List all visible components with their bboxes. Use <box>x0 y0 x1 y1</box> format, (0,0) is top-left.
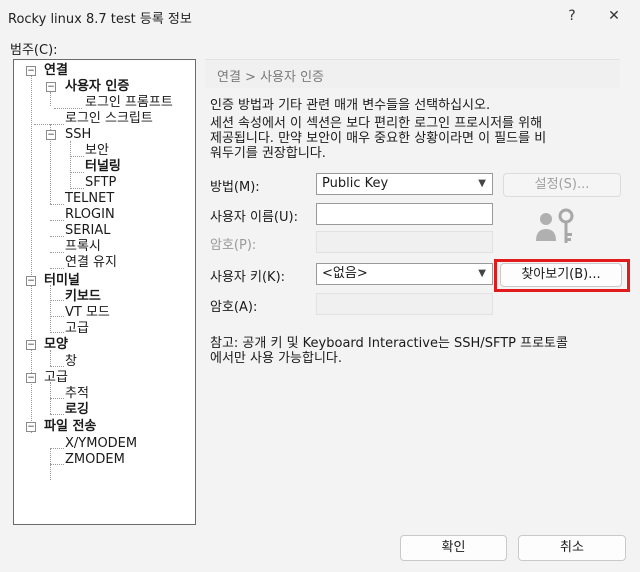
tree-item-ssh[interactable]: SSH <box>65 127 91 143</box>
tree-item-login-script[interactable]: 로그인 스크립트 <box>65 111 153 127</box>
collapse-icon[interactable]: − <box>26 276 36 286</box>
method-select[interactable]: Public Key ▼ <box>316 173 493 195</box>
username-input[interactable] <box>316 203 493 225</box>
tree-item-keepalive[interactable]: 연결 유지 <box>65 255 117 271</box>
tree-item-vt-mode[interactable]: VT 모드 <box>65 305 110 321</box>
password-input[interactable] <box>316 231 493 253</box>
warning-text: 세션 속성에서 이 섹션은 보다 편리한 로그인 프로시저를 위해 제공됩니다.… <box>210 116 547 161</box>
tree-item-zmodem[interactable]: ZMODEM <box>65 452 125 468</box>
tree-item-keyboard[interactable]: 키보드 <box>65 289 101 305</box>
tree-item-sftp[interactable]: SFTP <box>85 175 116 191</box>
tree-item-appearance[interactable]: 모양 <box>44 337 68 353</box>
tree-item-logging[interactable]: 로깅 <box>65 402 89 418</box>
chevron-down-icon: ▼ <box>478 268 486 279</box>
tree-item-terminal-advanced[interactable]: 고급 <box>65 321 89 337</box>
tree-item-telnet[interactable]: TELNET <box>65 191 114 207</box>
collapse-icon[interactable]: − <box>26 66 36 76</box>
method-value: Public Key <box>322 176 389 191</box>
collapse-icon[interactable]: − <box>26 373 36 383</box>
tree-item-trace[interactable]: 추적 <box>65 386 89 402</box>
tree-item-connection[interactable]: 연결 <box>44 63 68 79</box>
close-icon[interactable]: ✕ <box>603 6 625 26</box>
tree-item-auth[interactable]: 사용자 인증 <box>65 79 129 95</box>
chevron-down-icon: ▼ <box>478 178 486 189</box>
user-key-icon <box>536 208 574 243</box>
userkey-label: 사용자 키(K): <box>210 270 286 285</box>
ok-button[interactable]: 확인 <box>400 535 507 561</box>
window-title: Rocky linux 8.7 test 등록 정보 <box>8 12 192 27</box>
tree-item-file-transfer[interactable]: 파일 전송 <box>44 419 96 435</box>
password-label: 암호(P): <box>210 238 257 253</box>
title-bar: Rocky linux 8.7 test 등록 정보 ? ✕ <box>0 0 640 32</box>
passphrase-label: 암호(A): <box>210 300 258 315</box>
tree-item-serial[interactable]: SERIAL <box>65 223 110 239</box>
cancel-button[interactable]: 취소 <box>518 535 626 561</box>
collapse-icon[interactable]: − <box>46 130 56 140</box>
tree-item-xymodem[interactable]: X/YMODEM <box>65 436 137 452</box>
userkey-value: <없음> <box>322 266 368 281</box>
collapse-icon[interactable]: − <box>26 340 36 350</box>
panel-header: 연결 > 사용자 인증 <box>205 59 620 88</box>
tree-item-window[interactable]: 창 <box>65 354 77 370</box>
settings-button[interactable]: 설정(S)... <box>503 173 621 197</box>
category-label: 범주(C): <box>10 43 58 58</box>
help-icon[interactable]: ? <box>561 6 583 26</box>
username-label: 사용자 이름(U): <box>210 210 298 225</box>
tree-item-security[interactable]: 보안 <box>85 143 109 159</box>
method-label: 방법(M): <box>210 180 260 195</box>
breadcrumb: 연결 > 사용자 인증 <box>217 70 325 85</box>
collapse-icon[interactable]: − <box>26 422 36 432</box>
intro-text: 인증 방법과 기타 관련 매개 변수들을 선택하십시오. <box>210 98 491 113</box>
userkey-select[interactable]: <없음> ▼ <box>316 263 493 285</box>
tree-item-rlogin[interactable]: RLOGIN <box>65 207 115 223</box>
browse-button[interactable]: 찾아보기(B)... <box>500 263 622 287</box>
note-text: 참고: 공개 키 및 Keyboard Interactive는 SSH/SFT… <box>210 336 568 366</box>
category-tree[interactable]: − − − − − − − 연결 사용자 인증 로그인 프롬프트 로그인 스크립… <box>13 59 196 525</box>
tree-item-proxy[interactable]: 프록시 <box>65 239 101 255</box>
collapse-icon[interactable]: − <box>46 82 56 92</box>
tree-item-login-prompt[interactable]: 로그인 프롬프트 <box>85 95 173 111</box>
tree-item-terminal[interactable]: 터미널 <box>44 273 80 289</box>
tree-item-advanced[interactable]: 고급 <box>44 370 68 386</box>
tree-item-tunneling[interactable]: 터널링 <box>85 159 121 175</box>
passphrase-input[interactable] <box>316 293 493 315</box>
